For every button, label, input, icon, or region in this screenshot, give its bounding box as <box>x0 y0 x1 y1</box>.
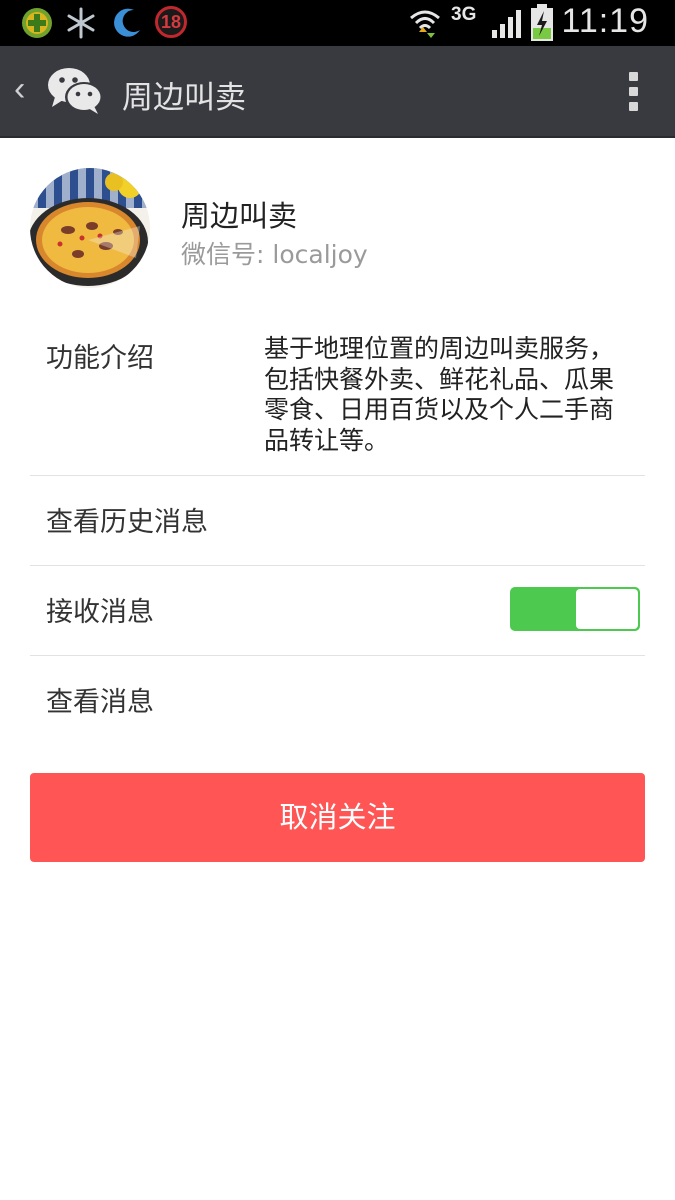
profile-name: 周边叫卖 <box>181 199 298 233</box>
status-bar: 18 3G 11:19 <box>0 0 675 46</box>
more-menu-button[interactable] <box>627 72 639 114</box>
receive-messages-toggle[interactable] <box>510 587 640 631</box>
wifi-icon <box>410 10 440 38</box>
unfollow-button[interactable]: 取消关注 <box>30 773 645 862</box>
more-dot-icon <box>628 87 638 96</box>
intro-label: 功能介绍 <box>46 343 154 374</box>
badge-icon: 18 <box>155 6 187 38</box>
wechat-id: 微信号: localjoy <box>181 235 368 271</box>
wechat-id-value: localjoy <box>272 240 368 269</box>
receive-messages-label: 接收消息 <box>46 597 154 628</box>
signal-icon <box>492 10 521 38</box>
view-messages-label: 查看消息 <box>46 687 154 718</box>
network-type: 3G <box>451 4 477 25</box>
wechat-logo-icon[interactable] <box>46 64 106 118</box>
status-time: 11:19 <box>561 2 649 40</box>
title-bar: ‹ 周边叫卖 <box>0 46 675 138</box>
wechat-id-label: 微信号: <box>181 240 265 269</box>
page-title: 周边叫卖 <box>122 80 246 116</box>
badge-count: 18 <box>160 12 182 32</box>
back-button[interactable]: ‹ <box>14 72 25 106</box>
history-messages-label: 查看历史消息 <box>46 507 208 538</box>
history-messages-row[interactable]: 查看历史消息 <box>30 476 645 565</box>
more-dot-icon <box>628 102 638 111</box>
view-messages-row[interactable]: 查看消息 <box>30 656 645 745</box>
snowflake-icon <box>67 7 95 39</box>
avatar[interactable] <box>30 168 150 288</box>
more-dot-icon <box>628 72 638 81</box>
toggle-knob <box>576 589 638 629</box>
battery-charging-icon <box>531 4 553 41</box>
pizza-image <box>30 168 150 288</box>
moon-icon <box>114 8 140 37</box>
add-circle-icon <box>22 8 52 38</box>
intro-description: 基于地理位置的周边叫卖服务，包括快餐外卖、鲜花礼品、瓜果零食、日用百货以及个人二… <box>264 334 615 455</box>
